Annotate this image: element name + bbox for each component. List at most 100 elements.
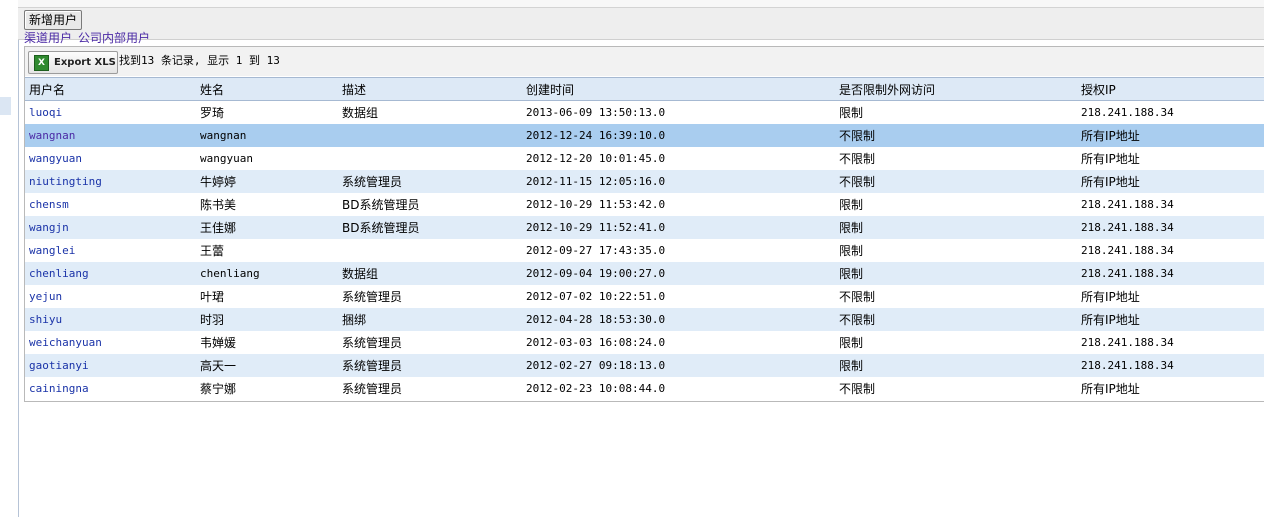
cell-name: 蔡宁娜 bbox=[196, 377, 338, 400]
cell-authorized-ip: 所有IP地址 bbox=[1077, 124, 1264, 147]
cell-authorized-ip: 所有IP地址 bbox=[1077, 170, 1264, 193]
table-row[interactable]: wangnan wangnan 2012-12-24 16:39:10.0 不限制 所有… bbox=[25, 124, 1264, 147]
table-row[interactable]: wangjn 王佳娜 BD系统管理员 2012-10-29 11:52:41.0 限制 2… bbox=[25, 216, 1264, 239]
cell-authorized-ip: 218.241.188.34 bbox=[1077, 100, 1264, 124]
cell-name: wangnan bbox=[196, 124, 338, 147]
cell-username: wangyuan bbox=[25, 147, 196, 170]
table-row[interactable]: cainingna 蔡宁娜 系统管理员 2012-02-23 10:08:44.0 不限… bbox=[25, 377, 1264, 400]
left-frame-marker bbox=[0, 97, 11, 115]
cell-username: niutingting bbox=[25, 170, 196, 193]
cell-username: luoqi bbox=[25, 100, 196, 124]
cell-restricted: 不限制 bbox=[835, 285, 1077, 308]
column-header-created-time[interactable]: 创建时间 bbox=[522, 77, 835, 101]
column-header-description[interactable]: 描述 bbox=[338, 77, 522, 101]
cell-description bbox=[338, 124, 522, 147]
cell-created-time: 2013-06-09 13:50:13.0 bbox=[522, 100, 835, 124]
internal-users-link[interactable]: 公司内部用户 bbox=[78, 31, 150, 45]
cell-name: 王佳娜 bbox=[196, 216, 338, 239]
table-row[interactable]: yejun 叶珺 系统管理员 2012-07-02 10:22:51.0 不限制 所有IP… bbox=[25, 285, 1264, 308]
cell-username: wanglei bbox=[25, 239, 196, 262]
table-row[interactable]: chensm 陈书美 BD系统管理员 2012-10-29 11:53:42.0 限制 2… bbox=[25, 193, 1264, 216]
cell-created-time: 2012-07-02 10:22:51.0 bbox=[522, 285, 835, 308]
cell-description: 系统管理员 bbox=[338, 285, 522, 308]
cell-description: 数据组 bbox=[338, 100, 522, 124]
cell-restricted: 限制 bbox=[835, 216, 1077, 239]
channel-users-link[interactable]: 渠道用户 bbox=[24, 31, 72, 45]
cell-created-time: 2012-03-03 16:08:24.0 bbox=[522, 331, 835, 354]
username-link[interactable]: wangnan bbox=[29, 129, 75, 142]
export-bar: X Export XLS 找到13 条记录, 显示 1 到 13 bbox=[25, 47, 1264, 76]
cell-username: gaotianyi bbox=[25, 354, 196, 377]
cell-description: 系统管理员 bbox=[338, 170, 522, 193]
top-toolbar: 新增用户 bbox=[18, 8, 1264, 40]
cell-description: BD系统管理员 bbox=[338, 193, 522, 216]
cell-name: 叶珺 bbox=[196, 285, 338, 308]
column-header-restricted[interactable]: 是否限制外网访问 bbox=[835, 77, 1077, 101]
column-header-authorized-ip[interactable]: 授权IP bbox=[1077, 77, 1264, 101]
cell-username: chensm bbox=[25, 193, 196, 216]
username-link[interactable]: wangyuan bbox=[29, 152, 82, 165]
cell-description: 捆绑 bbox=[338, 308, 522, 331]
cell-authorized-ip: 218.241.188.34 bbox=[1077, 216, 1264, 239]
cell-restricted: 不限制 bbox=[835, 124, 1077, 147]
column-header-name[interactable]: 姓名 bbox=[196, 77, 338, 101]
table-header-row: 用户名 姓名 描述 创建时间 是否限制外网访问 授权IP bbox=[25, 77, 1264, 101]
username-link[interactable]: chenliang bbox=[29, 267, 89, 280]
cell-name: 牛婷婷 bbox=[196, 170, 338, 193]
cell-restricted: 不限制 bbox=[835, 308, 1077, 331]
cell-restricted: 不限制 bbox=[835, 170, 1077, 193]
cell-username: wangnan bbox=[25, 124, 196, 147]
cell-username: shiyu bbox=[25, 308, 196, 331]
cell-restricted: 限制 bbox=[835, 262, 1077, 285]
cell-authorized-ip: 218.241.188.34 bbox=[1077, 262, 1264, 285]
cell-created-time: 2012-10-29 11:52:41.0 bbox=[522, 216, 835, 239]
username-link[interactable]: chensm bbox=[29, 198, 69, 211]
table-row[interactable]: chenliang chenliang 数据组 2012-09-04 19:00:27… bbox=[25, 262, 1264, 285]
username-link[interactable]: wangjn bbox=[29, 221, 69, 234]
username-link[interactable]: yejun bbox=[29, 290, 62, 303]
cell-authorized-ip: 所有IP地址 bbox=[1077, 285, 1264, 308]
username-link[interactable]: niutingting bbox=[29, 175, 102, 188]
table-row[interactable]: weichanyuan 韦婵媛 系统管理员 2012-03-03 16:08:24.0… bbox=[25, 331, 1264, 354]
table-row[interactable]: shiyu 时羽 捆绑 2012-04-28 18:53:30.0 不限制 所有IP地址 bbox=[25, 308, 1264, 331]
table-row[interactable]: luoqi 罗琦 数据组 2013-06-09 13:50:13.0 限制 218.241… bbox=[25, 100, 1264, 124]
users-table: 用户名 姓名 描述 创建时间 是否限制外网访问 授权IP luoqi 罗琦 数据组 2… bbox=[25, 77, 1264, 400]
username-link[interactable]: gaotianyi bbox=[29, 359, 89, 372]
cell-authorized-ip: 所有IP地址 bbox=[1077, 147, 1264, 170]
cell-description: 数据组 bbox=[338, 262, 522, 285]
cell-authorized-ip: 218.241.188.34 bbox=[1077, 331, 1264, 354]
cell-restricted: 限制 bbox=[835, 354, 1077, 377]
cell-restricted: 限制 bbox=[835, 100, 1077, 124]
cell-created-time: 2012-12-24 16:39:10.0 bbox=[522, 124, 835, 147]
username-link[interactable]: cainingna bbox=[29, 382, 89, 395]
cell-name: 陈书美 bbox=[196, 193, 338, 216]
users-panel: X Export XLS 找到13 条记录, 显示 1 到 13 用户名 姓名 … bbox=[24, 46, 1264, 402]
add-user-button[interactable]: 新增用户 bbox=[24, 10, 83, 30]
cell-description: 系统管理员 bbox=[338, 331, 522, 354]
username-link[interactable]: weichanyuan bbox=[29, 336, 102, 349]
column-header-username[interactable]: 用户名 bbox=[25, 77, 196, 101]
export-xls-button[interactable]: X Export XLS bbox=[28, 51, 118, 74]
cell-created-time: 2012-09-04 19:00:27.0 bbox=[522, 262, 835, 285]
table-row[interactable]: niutingting 牛婷婷 系统管理员 2012-11-15 12:05:16.0… bbox=[25, 170, 1264, 193]
cell-authorized-ip: 218.241.188.34 bbox=[1077, 239, 1264, 262]
cell-description bbox=[338, 239, 522, 262]
username-link[interactable]: shiyu bbox=[29, 313, 62, 326]
cell-name: wangyuan bbox=[196, 147, 338, 170]
cell-username: cainingna bbox=[25, 377, 196, 400]
table-row[interactable]: gaotianyi 高天一 系统管理员 2012-02-27 09:18:13.0 限制… bbox=[25, 354, 1264, 377]
cell-name: 罗琦 bbox=[196, 100, 338, 124]
table-row[interactable]: wanglei 王蕾 2012-09-27 17:43:35.0 限制 218.241.… bbox=[25, 239, 1264, 262]
users-table-body: luoqi 罗琦 数据组 2013-06-09 13:50:13.0 限制 218.241… bbox=[25, 100, 1264, 400]
username-link[interactable]: wanglei bbox=[29, 244, 75, 257]
cell-created-time: 2012-09-27 17:43:35.0 bbox=[522, 239, 835, 262]
cell-authorized-ip: 218.241.188.34 bbox=[1077, 193, 1264, 216]
user-type-links: 渠道用户 公司内部用户 bbox=[24, 31, 156, 45]
table-row[interactable]: wangyuan wangyuan 2012-12-20 10:01:45.0 不限制… bbox=[25, 147, 1264, 170]
cell-authorized-ip: 所有IP地址 bbox=[1077, 377, 1264, 400]
excel-icon: X bbox=[34, 55, 49, 71]
username-link[interactable]: luoqi bbox=[29, 106, 62, 119]
cell-created-time: 2012-02-27 09:18:13.0 bbox=[522, 354, 835, 377]
cell-username: weichanyuan bbox=[25, 331, 196, 354]
left-frame-strip bbox=[0, 0, 19, 517]
